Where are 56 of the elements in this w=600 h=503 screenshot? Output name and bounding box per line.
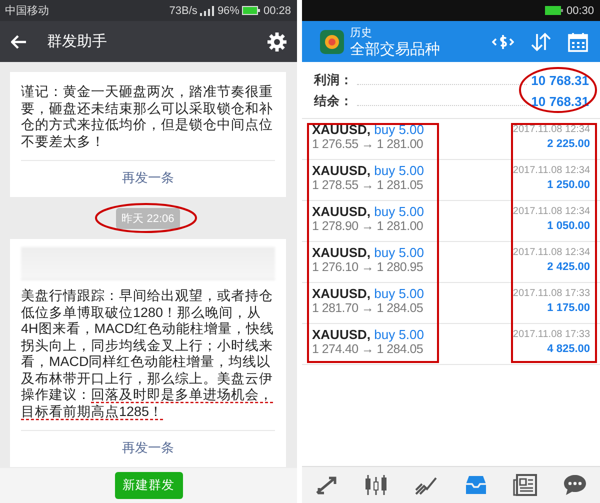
trade-title: XAUUSD, buy 5.00 bbox=[312, 204, 424, 219]
line-chart-icon bbox=[414, 475, 438, 495]
new-broadcast-button[interactable]: 新建群发 bbox=[114, 472, 182, 499]
trade-arrows-icon bbox=[314, 475, 339, 495]
message-text: 美盘行情跟踪：早间给出观望，或者持仓低位多单博取破位1280！那么晚间，从4H图来看，MACD红色动能柱增量，快线拐头向上，同步均线金叉上行；小时线来看，MACD同样红色动能柱增量，均线以及布林带开口上行，那么综上。美盘云伊操作建议：回落及时即是多单进场机会，目标看前期高点1285！ bbox=[21, 288, 275, 420]
candlestick-icon bbox=[364, 474, 388, 496]
summary-value: 10 768.31 bbox=[531, 94, 589, 109]
screen-title[interactable]: 全部交易品种 bbox=[350, 40, 440, 58]
summary-label: 结余： bbox=[314, 93, 353, 110]
clock-time: 00:28 bbox=[263, 4, 291, 16]
sort-icon[interactable] bbox=[530, 32, 552, 52]
summary-label: 利润： bbox=[314, 72, 353, 89]
trade-prices: 1 274.40 → 1 284.05 bbox=[312, 342, 424, 356]
carrier-name: 中国移动 bbox=[5, 4, 49, 18]
trade-profit: 4 825.00 bbox=[547, 343, 590, 355]
resend-button[interactable]: 再发一条 bbox=[122, 431, 174, 467]
trade-title: XAUUSD, buy 5.00 bbox=[312, 245, 424, 260]
trade-time: 2017.11.08 17:33 bbox=[512, 329, 590, 340]
chat-bubble-icon bbox=[563, 474, 588, 496]
trade-time: 2017.11.08 12:34 bbox=[512, 165, 590, 176]
trade-prices: 1 281.70 → 1 284.05 bbox=[312, 301, 424, 315]
resend-button[interactable]: 再发一条 bbox=[122, 161, 174, 197]
screen-title: 群发助手 bbox=[47, 32, 107, 51]
trade-prices: 1 276.10 → 1 280.95 bbox=[312, 260, 424, 274]
trade-profit: 2 425.00 bbox=[547, 261, 590, 273]
battery-icon bbox=[545, 6, 564, 15]
summary-value: 10 768.31 bbox=[531, 73, 589, 88]
trade-prices: 1 276.55 → 1 281.00 bbox=[312, 137, 424, 151]
trade-profit: 1 050.00 bbox=[547, 220, 590, 232]
trade-profit: 1 250.00 bbox=[547, 179, 590, 191]
settings-icon[interactable] bbox=[267, 32, 287, 52]
trade-title: XAUUSD, buy 5.00 bbox=[312, 122, 424, 137]
inbox-icon bbox=[464, 475, 488, 495]
trade-title: XAUUSD, buy 5.00 bbox=[312, 163, 424, 178]
newspaper-icon bbox=[513, 474, 538, 496]
trade-profit: 1 175.00 bbox=[547, 302, 590, 314]
calendar-icon[interactable] bbox=[568, 32, 588, 52]
trade-time: 2017.11.08 17:33 bbox=[512, 288, 590, 299]
network-speed: 73B/s bbox=[169, 4, 198, 16]
battery-icon bbox=[242, 6, 260, 15]
message-text: 谨记：黄金一天砸盘两次，踏准节奏很重要，砸盘还未结束那么可以采取锁仓和补仓的方式来拉低均价，但是锁仓中间点位不要差太多！ bbox=[21, 84, 274, 150]
app-logo-icon[interactable] bbox=[320, 30, 344, 54]
trade-time: 2017.11.08 12:34 bbox=[512, 124, 590, 135]
trade-profit: 2 225.00 bbox=[547, 138, 590, 150]
screen-subtitle: 历史 bbox=[350, 26, 373, 40]
trade-prices: 1 278.55 → 1 281.05 bbox=[312, 178, 424, 192]
trade-title: XAUUSD, buy 5.00 bbox=[312, 327, 424, 342]
signal-icon bbox=[200, 6, 214, 16]
clock-time: 00:30 bbox=[566, 4, 594, 16]
trade-prices: 1 278.90 → 1 281.00 bbox=[312, 219, 424, 233]
back-arrow-icon[interactable] bbox=[11, 34, 27, 48]
trade-time: 2017.11.08 12:34 bbox=[512, 206, 590, 217]
trade-time: 2017.11.08 12:34 bbox=[512, 247, 590, 258]
timestamp: 昨天 22:06 bbox=[116, 208, 180, 228]
battery-level: 96% bbox=[217, 4, 240, 16]
trade-title: XAUUSD, buy 5.00 bbox=[312, 286, 424, 301]
